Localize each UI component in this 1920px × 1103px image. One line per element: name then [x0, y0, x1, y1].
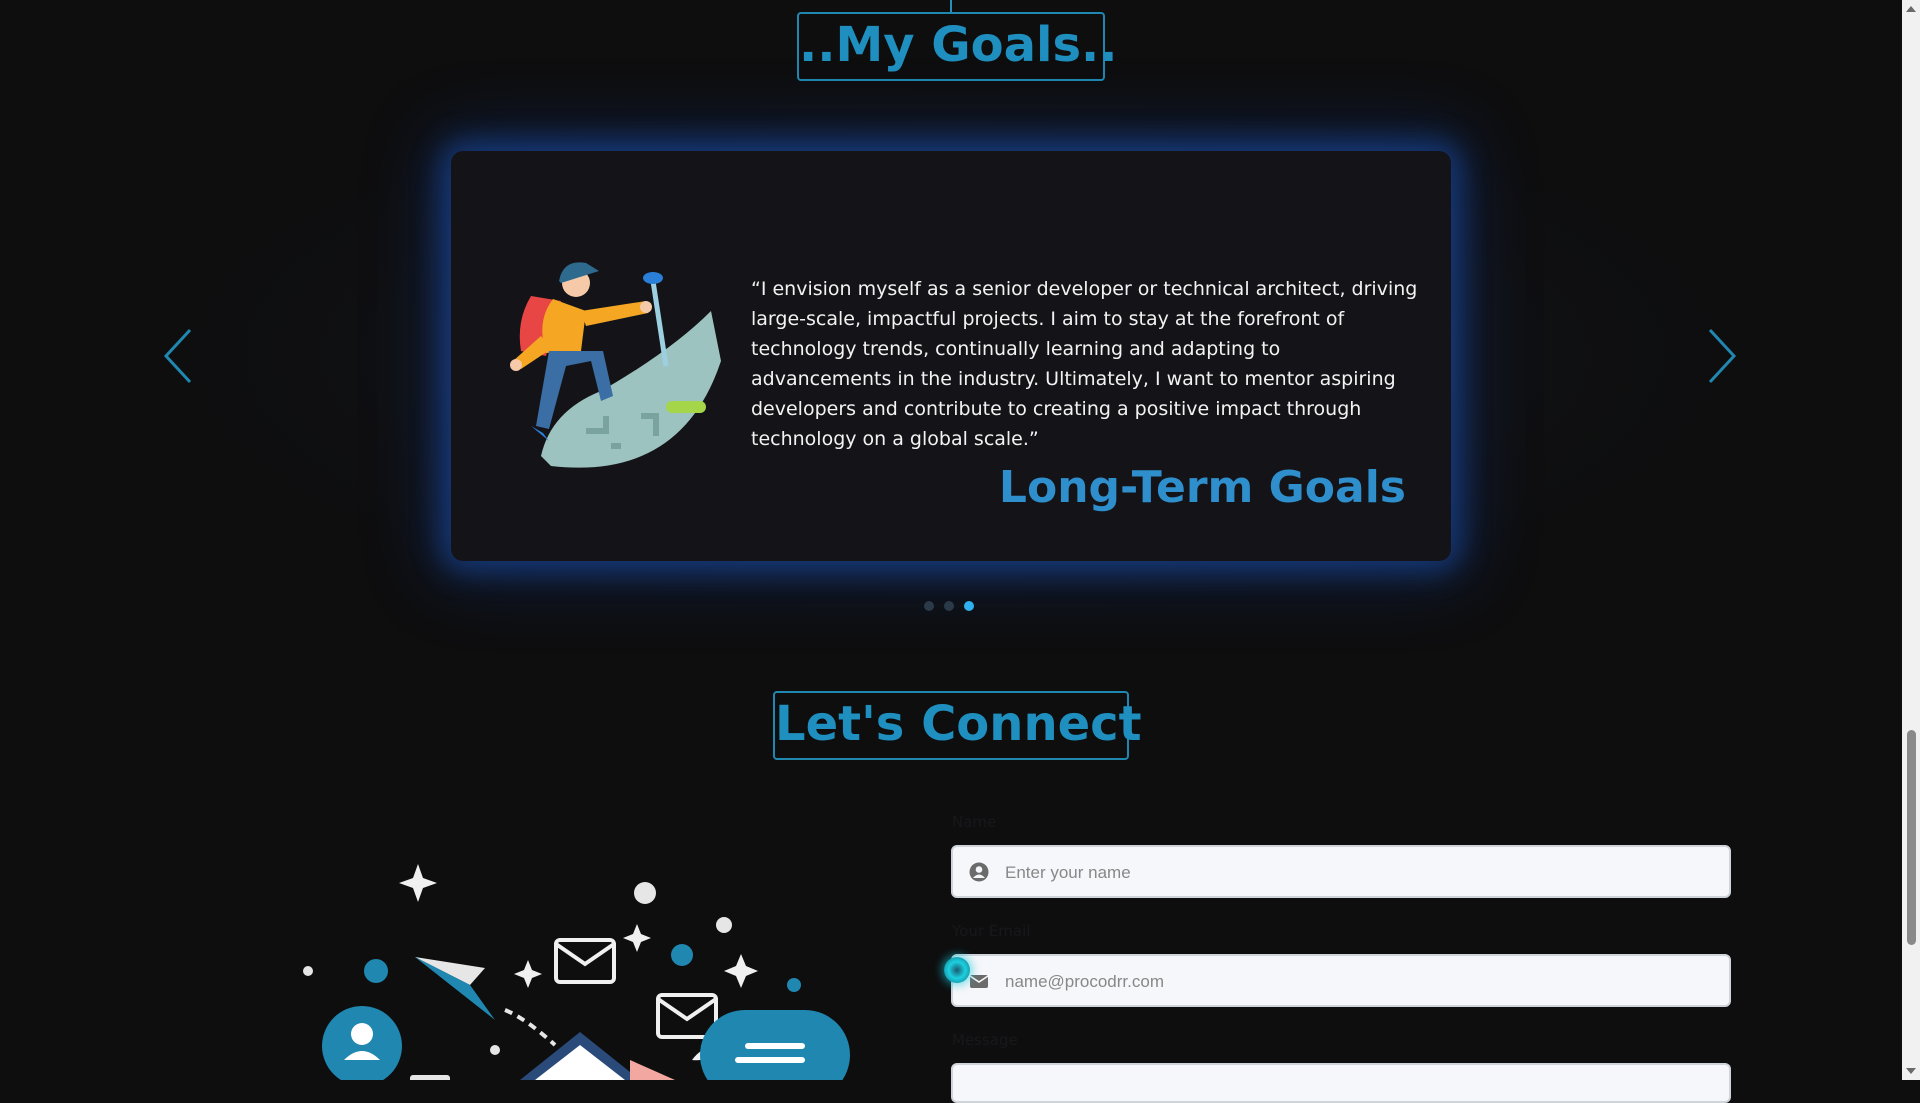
carousel-prev-button[interactable]	[160, 326, 200, 386]
goals-section-title: ..My Goals..	[797, 12, 1118, 81]
chevron-left-icon	[163, 328, 192, 384]
email-input[interactable]	[1003, 964, 1707, 1000]
carousel-dot-1[interactable]	[924, 601, 934, 611]
goal-card: “I envision myself as a senior developer…	[451, 151, 1451, 561]
connect-section-title: Let's Connect	[773, 691, 1142, 760]
carousel-indicators	[924, 601, 974, 611]
message-field[interactable]	[951, 1063, 1731, 1103]
carousel-next-button[interactable]	[1700, 326, 1740, 386]
scroll-down-icon[interactable]	[1906, 1068, 1916, 1074]
goal-heading: Long-Term Goals	[998, 462, 1406, 513]
climber-illustration	[510, 262, 721, 468]
name-field[interactable]	[951, 845, 1731, 898]
name-label: Name	[952, 813, 997, 831]
goal-quote: “I envision myself as a senior developer…	[751, 278, 1418, 450]
chevron-right-icon	[1708, 328, 1737, 384]
contact-illustration	[303, 864, 850, 1080]
mouse-cursor-glow	[944, 957, 970, 983]
carousel-dot-3[interactable]	[964, 601, 974, 611]
user-circle-icon	[969, 862, 989, 882]
email-field[interactable]	[951, 954, 1731, 1007]
envelope-icon	[969, 975, 989, 988]
scroll-up-icon[interactable]	[1906, 6, 1916, 12]
message-label: Message	[952, 1031, 1018, 1049]
scrollbar-thumb[interactable]	[1907, 730, 1916, 945]
page-scrollbar[interactable]	[1902, 0, 1920, 1080]
email-label: Your Email	[952, 922, 1031, 940]
name-input[interactable]	[1003, 855, 1707, 891]
carousel-dot-2[interactable]	[944, 601, 954, 611]
